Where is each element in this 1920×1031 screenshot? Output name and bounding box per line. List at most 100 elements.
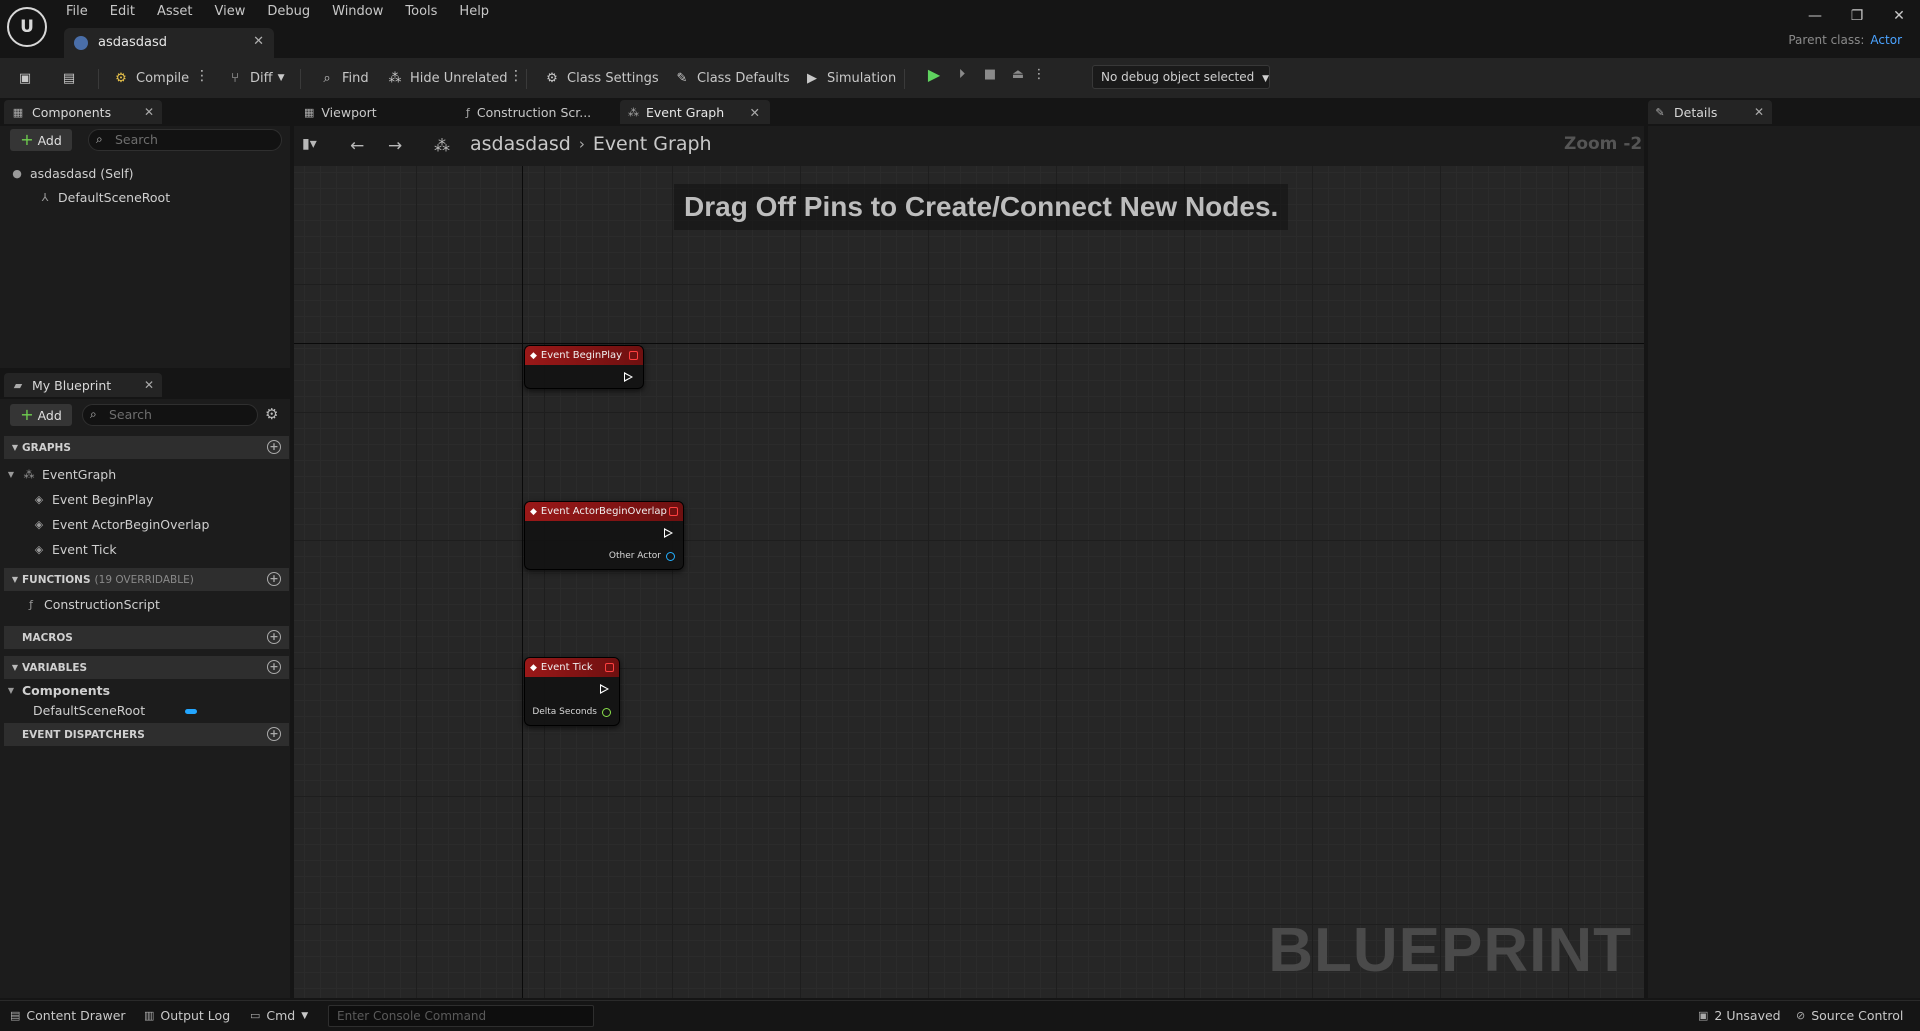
close-icon[interactable]: ✕ xyxy=(1754,105,1764,119)
component-default-scene-root[interactable]: ⅄ DefaultSceneRoot xyxy=(38,190,170,205)
menu-window[interactable]: Window xyxy=(332,3,383,21)
tab-event-graph-label: Event Graph xyxy=(646,104,725,120)
components-search-input[interactable] xyxy=(115,132,235,147)
node-event-actor-begin-overlap[interactable]: ◆ Event ActorBeginOverlap Other Actor xyxy=(524,501,684,570)
details-tab[interactable]: ✎ Details ✕ xyxy=(1648,100,1772,124)
close-icon[interactable]: ✕ xyxy=(144,378,154,392)
variable-default-scene-root[interactable]: DefaultSceneRoot xyxy=(33,703,145,718)
save-button[interactable]: ▣ xyxy=(16,68,40,88)
unsaved-button[interactable]: ▣ 2 Unsaved xyxy=(1698,1008,1781,1023)
my-blueprint-tab[interactable]: ▰ My Blueprint ✕ xyxy=(4,373,162,397)
section-event-dispatchers[interactable]: EVENT DISPATCHERS + xyxy=(4,723,289,746)
add-dispatcher-icon[interactable]: + xyxy=(267,727,281,741)
debug-object-dropdown[interactable]: No debug object selected ▼ xyxy=(1092,65,1270,89)
node-event-begin-play[interactable]: ◆ Event BeginPlay xyxy=(524,345,644,389)
hide-unrelated-button[interactable]: ⁂ Hide Unrelated xyxy=(386,68,508,88)
components-tab[interactable]: ▦ Components ✕ xyxy=(4,100,162,124)
add-function-icon[interactable]: + xyxy=(267,572,281,586)
object-pin-icon[interactable] xyxy=(666,551,675,561)
event-actor-begin-overlap-item[interactable]: ◈ Event ActorBeginOverlap xyxy=(32,517,210,532)
section-macros[interactable]: MACROS + xyxy=(4,626,289,649)
restore-icon[interactable]: ❐ xyxy=(1836,0,1878,32)
close-icon[interactable]: ✕ xyxy=(750,105,760,120)
step-icon[interactable]: ⏵ xyxy=(948,63,976,85)
components-search[interactable]: ⌕ xyxy=(88,129,282,151)
content-drawer-button[interactable]: ▤ Content Drawer xyxy=(10,1008,126,1023)
tab-viewport[interactable]: ▦ Viewport xyxy=(296,100,456,124)
breadcrumb-leaf[interactable]: Event Graph xyxy=(593,133,712,155)
cmd-dropdown[interactable]: ▭ Cmd ▼ xyxy=(250,1008,308,1023)
close-window-icon[interactable]: ✕ xyxy=(1878,0,1920,32)
class-defaults-button[interactable]: ✎ Class Defaults xyxy=(673,68,790,88)
minimize-icon[interactable]: — xyxy=(1794,0,1836,32)
my-blueprint-search-input[interactable] xyxy=(109,407,229,422)
browse-button[interactable]: ▤ xyxy=(60,68,84,88)
section-graphs[interactable]: ▼ GRAPHS + xyxy=(4,436,289,459)
play-icon[interactable]: ▶ xyxy=(920,63,948,85)
stop-icon[interactable]: ■ xyxy=(976,63,1004,85)
add-macro-icon[interactable]: + xyxy=(267,630,281,644)
diff-button[interactable]: ⑂ Diff ▼ xyxy=(226,68,284,88)
event-begin-play-item[interactable]: ◈ Event BeginPlay xyxy=(32,492,154,507)
menu-debug[interactable]: Debug xyxy=(267,3,310,21)
bookmark-icon[interactable]: ▮▾ xyxy=(302,136,317,152)
parent-class-link[interactable]: Actor xyxy=(1870,33,1902,47)
float-pin-icon[interactable] xyxy=(602,707,611,717)
add-member-button[interactable]: + Add xyxy=(10,404,72,426)
tab-event-graph[interactable]: ⁂ Event Graph ✕ xyxy=(620,100,770,124)
node-event-tick[interactable]: ◆ Event Tick Delta Seconds xyxy=(524,657,620,726)
tab-construction-script[interactable]: ƒ Construction Scr... xyxy=(458,100,618,124)
close-icon[interactable]: ✕ xyxy=(144,105,154,119)
add-variable-icon[interactable]: + xyxy=(267,660,281,674)
compile-options-icon[interactable]: ⋮ xyxy=(195,68,209,84)
console-command-input[interactable] xyxy=(329,1006,593,1026)
menu-help[interactable]: Help xyxy=(459,3,489,21)
simulation-button[interactable]: ▶ Simulation xyxy=(803,68,896,88)
section-functions[interactable]: ▼ FUNCTIONS (19 OVERRIDABLE) + xyxy=(4,568,289,591)
menu-file[interactable]: File xyxy=(66,3,88,21)
menu-view[interactable]: View xyxy=(215,3,246,21)
find-button[interactable]: ⌕ Find xyxy=(318,68,369,88)
add-component-button[interactable]: + Add xyxy=(10,129,72,151)
menu-tools[interactable]: Tools xyxy=(405,3,437,21)
breadcrumb-root[interactable]: asdasdasd xyxy=(470,133,571,155)
output-log-button[interactable]: ▥ Output Log xyxy=(144,1008,230,1023)
back-arrow-icon[interactable]: ← xyxy=(350,136,364,156)
event-tick-item[interactable]: ◈ Event Tick xyxy=(32,542,117,557)
find-icon: ⌕ xyxy=(323,70,331,86)
document-tab[interactable]: asdasdasd ✕ xyxy=(64,28,274,58)
menu-edit[interactable]: Edit xyxy=(110,3,135,21)
play-options-icon[interactable]: ⋮ xyxy=(1032,63,1046,85)
delta-seconds-pin[interactable]: Delta Seconds xyxy=(532,707,611,717)
graph-canvas[interactable]: Drag Off Pins to Create/Connect New Node… xyxy=(294,166,1644,998)
exec-pin-icon[interactable] xyxy=(600,684,609,694)
my-blueprint-search[interactable]: ⌕ xyxy=(82,404,258,426)
exec-pin-icon[interactable] xyxy=(664,528,673,538)
compile-button[interactable]: ⚙ Compile xyxy=(112,68,189,88)
gear-icon[interactable]: ⚙ xyxy=(265,405,278,423)
forward-arrow-icon[interactable]: → xyxy=(388,136,402,156)
graph-event-graph[interactable]: ▼ ⁂ EventGraph xyxy=(6,467,116,482)
construction-script-label: ConstructionScript xyxy=(44,597,160,612)
construction-script-item[interactable]: ƒ ConstructionScript xyxy=(24,597,160,612)
other-actor-pin[interactable]: Other Actor xyxy=(609,551,675,561)
delegate-pin-icon[interactable] xyxy=(605,663,614,672)
eject-icon[interactable]: ⏏ xyxy=(1004,63,1032,85)
menu-asset[interactable]: Asset xyxy=(157,3,193,21)
delegate-pin-icon[interactable] xyxy=(629,351,638,360)
source-control-button[interactable]: ⊘ Source Control xyxy=(1796,1008,1903,1023)
section-variables[interactable]: ▼ VARIABLES + xyxy=(4,656,289,679)
console-command-field[interactable] xyxy=(328,1005,594,1027)
node-overlap-title: Event ActorBeginOverlap xyxy=(540,506,667,517)
close-icon[interactable]: ✕ xyxy=(253,34,264,49)
find-label: Find xyxy=(342,70,369,86)
components-category-label: Components xyxy=(22,683,111,698)
add-graph-icon[interactable]: + xyxy=(267,440,281,454)
component-self[interactable]: ● asdasdasd (Self) xyxy=(10,166,133,181)
hide-unrelated-options-icon[interactable]: ⋮ xyxy=(509,68,523,84)
exec-pin-icon[interactable] xyxy=(624,372,633,382)
delegate-pin-icon[interactable] xyxy=(669,507,678,516)
unreal-logo-icon[interactable]: U xyxy=(7,7,47,47)
class-settings-button[interactable]: ⚙ Class Settings xyxy=(543,68,658,88)
variables-components-category[interactable]: ▼ Components xyxy=(6,683,110,698)
